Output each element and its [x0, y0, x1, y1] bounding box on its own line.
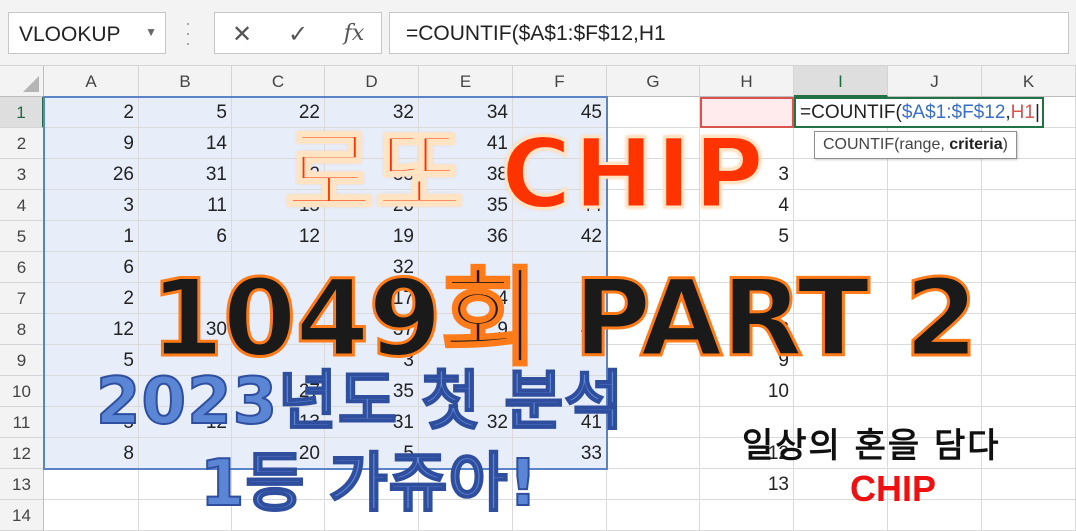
- cell-a2[interactable]: 9: [44, 128, 139, 159]
- cell-g12[interactable]: [607, 438, 700, 469]
- function-tooltip: COUNTIF(range, criteria): [814, 131, 1017, 159]
- formula-text: =COUNTIF($A$1:$F$12,H1: [406, 22, 666, 45]
- cell-a8[interactable]: 12: [44, 314, 139, 345]
- name-box[interactable]: VLOOKUP ▼: [8, 12, 166, 54]
- name-box-value: VLOOKUP: [19, 23, 121, 46]
- cell-k6[interactable]: [982, 252, 1076, 283]
- cell-b3[interactable]: 31: [139, 159, 232, 190]
- cell-k9[interactable]: [982, 345, 1076, 376]
- column-header-d[interactable]: D: [325, 66, 419, 97]
- cell-k7[interactable]: [982, 283, 1076, 314]
- cell-k13[interactable]: [982, 469, 1076, 500]
- select-all-button[interactable]: [0, 66, 44, 97]
- cell-a1[interactable]: 2: [44, 97, 139, 128]
- column-header-f[interactable]: F: [513, 66, 607, 97]
- row-header-6[interactable]: 6: [0, 252, 44, 283]
- tooltip-syntax: COUNTIF(range,: [823, 136, 950, 153]
- formula-part-ref: H1: [1010, 102, 1035, 123]
- row-header-7[interactable]: 7: [0, 283, 44, 314]
- cell-a7[interactable]: 2: [44, 283, 139, 314]
- column-header-h[interactable]: H: [700, 66, 794, 97]
- overlay-line4: 1등 가쥬아!: [199, 446, 539, 522]
- cell-b2[interactable]: 14: [139, 128, 232, 159]
- cell-k3[interactable]: [982, 159, 1076, 190]
- row-header-11[interactable]: 11: [0, 407, 44, 438]
- cell-g13[interactable]: [607, 469, 700, 500]
- cell-a3[interactable]: 26: [44, 159, 139, 190]
- cell-g14[interactable]: [607, 500, 700, 531]
- tooltip-current-arg: criteria: [949, 136, 1003, 153]
- column-header-b[interactable]: B: [139, 66, 232, 97]
- overlay-brand: CHIP: [850, 468, 937, 509]
- cell-k8[interactable]: [982, 314, 1076, 345]
- row-header-12[interactable]: 12: [0, 438, 44, 469]
- row-header-9[interactable]: 9: [0, 345, 44, 376]
- cell-b4[interactable]: 11: [139, 190, 232, 221]
- cell-h13[interactable]: 13: [700, 469, 794, 500]
- overlay-title: 로또 CHIP: [284, 117, 766, 232]
- overlay-tagline: 일상의 혼을 담다: [742, 426, 1001, 467]
- text-cursor: |: [1034, 102, 1040, 123]
- cell-i3[interactable]: [794, 159, 888, 190]
- tooltip-close: ): [1002, 136, 1008, 153]
- cell-k10[interactable]: [982, 376, 1076, 407]
- cell-a4[interactable]: 3: [44, 190, 139, 221]
- cell-a6[interactable]: 6: [44, 252, 139, 283]
- row-header-4[interactable]: 4: [0, 190, 44, 221]
- cell-b1[interactable]: 5: [139, 97, 232, 128]
- cell-a13[interactable]: [44, 469, 139, 500]
- name-box-dropdown-icon[interactable]: ▼: [145, 25, 157, 39]
- active-cell-i1[interactable]: =COUNTIF($A$1:$F$12,H1|: [794, 97, 1044, 128]
- column-header-k[interactable]: K: [982, 66, 1076, 97]
- row-header-5[interactable]: 5: [0, 221, 44, 252]
- cell-a14[interactable]: [44, 500, 139, 531]
- cell-j3[interactable]: [888, 159, 982, 190]
- cell-k4[interactable]: [982, 190, 1076, 221]
- column-header-j[interactable]: J: [888, 66, 982, 97]
- cell-k5[interactable]: [982, 221, 1076, 252]
- cell-i4[interactable]: [794, 190, 888, 221]
- row-header-2[interactable]: 2: [0, 128, 44, 159]
- cell-a12[interactable]: 8: [44, 438, 139, 469]
- row-header-10[interactable]: 10: [0, 376, 44, 407]
- cell-h14[interactable]: [700, 500, 794, 531]
- enter-icon[interactable]: ✓: [283, 19, 313, 49]
- formula-bar: VLOOKUP ▼ · · · ✕ ✓ fx =COUNTIF($A$1:$F$12…: [0, 0, 1076, 66]
- row-header-8[interactable]: 8: [0, 314, 44, 345]
- formula-input[interactable]: =COUNTIF($A$1:$F$12,H1: [389, 12, 1069, 54]
- row-header-14[interactable]: 14: [0, 500, 44, 531]
- row-header-1[interactable]: 1: [0, 97, 44, 128]
- cell-j4[interactable]: [888, 190, 982, 221]
- cell-a5[interactable]: 1: [44, 221, 139, 252]
- formula-part-prefix: =COUNTIF(: [800, 102, 902, 123]
- formula-actions: ✕ ✓ fx: [214, 12, 382, 54]
- row-header-13[interactable]: 13: [0, 469, 44, 500]
- formula-part-range: $A$1:$F$12: [901, 102, 1006, 123]
- column-header-i[interactable]: I: [794, 66, 888, 97]
- column-header-g[interactable]: G: [607, 66, 700, 97]
- cell-k14[interactable]: [982, 500, 1076, 531]
- overlay-line3: 2023년도 첫 분석: [95, 364, 625, 440]
- row-header-3[interactable]: 3: [0, 159, 44, 190]
- insert-function-icon[interactable]: fx: [339, 19, 369, 49]
- cancel-icon[interactable]: ✕: [227, 19, 257, 49]
- column-header-a[interactable]: A: [44, 66, 139, 97]
- column-header-c[interactable]: C: [232, 66, 325, 97]
- drag-handle-icon[interactable]: · · ·: [183, 14, 193, 52]
- column-header-e[interactable]: E: [419, 66, 513, 97]
